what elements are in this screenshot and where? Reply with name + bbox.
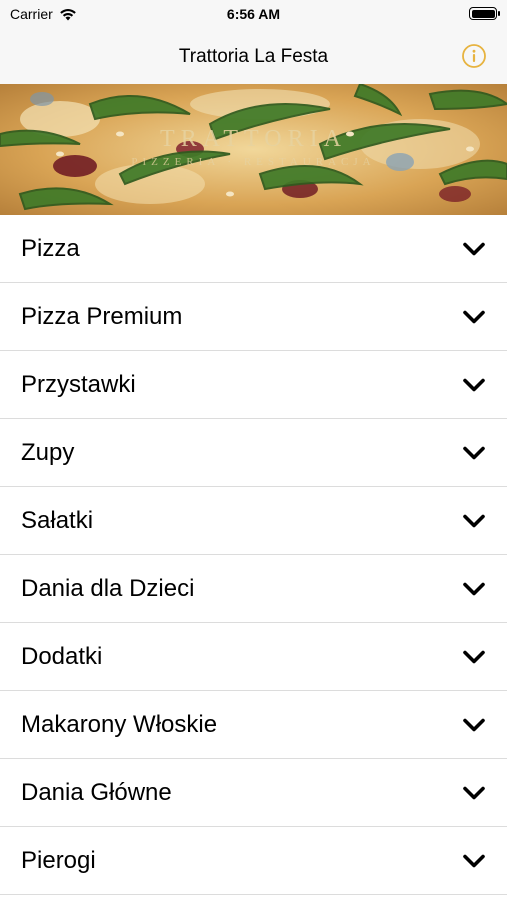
chevron-down-icon[interactable] xyxy=(461,508,487,534)
menu-category-label: Pierogi xyxy=(21,846,96,874)
menu-category-label: Dania Główne xyxy=(21,778,172,806)
chevron-down-icon[interactable] xyxy=(461,644,487,670)
navigation-bar: Trattoria La Festa xyxy=(0,30,507,84)
hero-brand-logo: TRATTORIA xyxy=(160,126,347,152)
status-time: 6:56 AM xyxy=(226,6,281,22)
chevron-down-icon[interactable] xyxy=(461,576,487,602)
chevron-down-icon[interactable] xyxy=(461,440,487,466)
menu-category-label: Przystawki xyxy=(21,370,136,398)
hero-brand-subtitle: PIZZERIA · RESTAURACJA xyxy=(131,156,376,168)
hero-banner: TRATTORIA PIZZERIA · RESTAURACJA xyxy=(0,84,507,215)
battery-icon xyxy=(469,7,500,20)
menu-category-label: Sałatki xyxy=(21,506,94,534)
menu-category-row[interactable]: Sałatki xyxy=(0,487,507,555)
chevron-down-icon[interactable] xyxy=(461,712,487,738)
info-icon[interactable] xyxy=(461,43,487,69)
menu-category-label: Makarony Włoskie xyxy=(21,710,218,738)
chevron-down-icon[interactable] xyxy=(461,780,487,806)
chevron-down-icon[interactable] xyxy=(461,236,487,262)
menu-category-label: Dodatki xyxy=(21,642,103,670)
menu-category-row[interactable]: Dania dla Dzieci xyxy=(0,555,507,623)
menu-category-row[interactable]: Zupy xyxy=(0,419,507,487)
chevron-down-icon[interactable] xyxy=(461,304,487,330)
menu-category-row[interactable]: Dodatki xyxy=(0,623,507,691)
chevron-down-icon[interactable] xyxy=(461,848,487,874)
menu-category-label: Pizza Premium xyxy=(21,302,183,330)
menu-category-row[interactable]: Dania Główne xyxy=(0,759,507,827)
chevron-down-icon[interactable] xyxy=(461,372,487,398)
menu-category-row[interactable]: Przystawki xyxy=(0,351,507,419)
menu-category-row[interactable]: Pierogi xyxy=(0,827,507,895)
menu-category-label: Pizza xyxy=(21,234,80,262)
menu-category-label: Zupy xyxy=(21,438,75,466)
menu-category-label: Dania dla Dzieci xyxy=(21,574,195,602)
menu-category-row[interactable]: Pizza Premium xyxy=(0,283,507,351)
page-title: Trattoria La Festa xyxy=(178,46,329,67)
menu-category-row[interactable]: Makarony Włoskie xyxy=(0,691,507,759)
status-bar: Carrier 6:56 AM xyxy=(0,0,507,30)
menu-category-list: Pizza Pizza Premium Przystawki Zupy Sałatki D… xyxy=(0,215,507,895)
menu-category-row[interactable]: Pizza xyxy=(0,215,507,283)
